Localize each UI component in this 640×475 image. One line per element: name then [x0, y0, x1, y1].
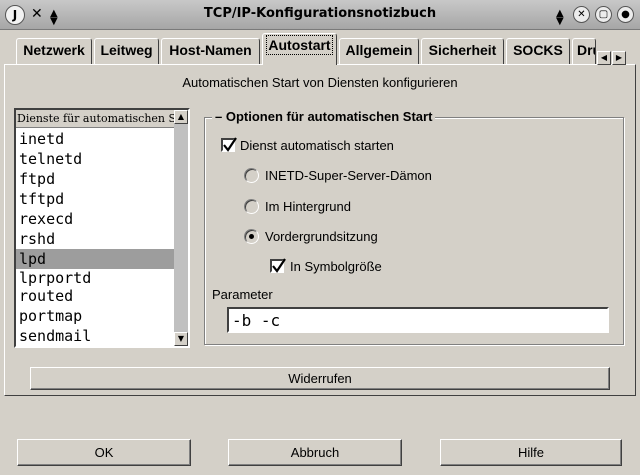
autostart-checkbox[interactable] — [221, 137, 237, 152]
cancel-button[interactable]: Abbruch — [228, 439, 402, 466]
list-item[interactable]: telnetd — [16, 149, 174, 169]
list-item[interactable]: ftpd — [16, 169, 174, 189]
tab-autostart[interactable]: Autostart — [262, 33, 337, 65]
tab-sicherheit[interactable]: Sicherheit — [421, 38, 504, 64]
checkmark-icon — [272, 258, 286, 273]
mode-background-radio[interactable] — [244, 199, 259, 214]
list-item[interactable]: routed — [16, 287, 174, 306]
list-header: Dienste für automatischen Start — [16, 110, 174, 128]
minimized-checkbox[interactable] — [270, 258, 286, 273]
tab-netzwerk[interactable]: Netzwerk — [16, 38, 92, 64]
options-group-title: – Optionen für automatischen Start — [212, 109, 436, 124]
maximize-icon[interactable]: ▢ — [595, 6, 612, 23]
mode-inetd-label: INETD-Super-Server-Dämon — [265, 168, 432, 183]
notebook-tabs: Netzwerk Leitweg Host-Namen Autostart Al… — [0, 30, 640, 65]
list-item-selected[interactable]: lpd — [16, 249, 174, 269]
list-item[interactable]: rexecd — [16, 209, 174, 229]
scroll-down-icon[interactable]: ▼ — [174, 332, 188, 346]
list-item[interactable]: lprportd — [16, 269, 174, 287]
mode-foreground-radio[interactable] — [244, 229, 259, 244]
mode-foreground-label: Vordergrundsitzung — [265, 229, 378, 244]
list-item[interactable]: portmap — [16, 306, 174, 326]
mode-background-label: Im Hintergrund — [265, 199, 351, 214]
services-list: inetd telnetd ftpd tftpd rexecd rshd lpd… — [16, 129, 174, 346]
tab-allgemein[interactable]: Allgemein — [339, 38, 419, 64]
autostart-label: Dienst automatisch starten — [240, 138, 394, 153]
list-item[interactable]: sendmail — [16, 326, 174, 346]
mode-inetd-radio[interactable] — [244, 168, 259, 183]
window-menu-down-icon[interactable]: ▼ — [556, 13, 564, 31]
scroll-up-icon[interactable]: ▲ — [174, 110, 188, 124]
list-scrollbar[interactable]: ▲ ▼ — [174, 110, 188, 346]
close-icon[interactable]: ✕ — [573, 6, 590, 23]
list-item[interactable]: rshd — [16, 229, 174, 249]
undo-button[interactable]: Widerrufen — [30, 367, 610, 390]
minimized-label: In Symbolgröße — [290, 259, 382, 274]
tab-scroll-right-icon[interactable]: ▶ — [612, 51, 626, 65]
page-heading: Automatischen Start von Diensten konfigu… — [182, 75, 458, 90]
tab-scroll-left-icon[interactable]: ◀ — [597, 51, 611, 65]
ok-button[interactable]: OK — [17, 439, 191, 466]
services-listbox[interactable]: Dienste für automatischen Start inetd te… — [14, 108, 190, 348]
window-title: TCP/IP-Konfigurationsnotizbuch — [203, 6, 437, 21]
parameter-input[interactable] — [227, 307, 609, 333]
tab-leitweg[interactable]: Leitweg — [94, 38, 159, 64]
parameter-label: Parameter — [212, 287, 273, 302]
list-item[interactable]: tftpd — [16, 189, 174, 209]
minimize-icon[interactable]: ● — [617, 6, 634, 23]
tab-host-namen[interactable]: Host-Namen — [161, 38, 260, 64]
tab-drucken[interactable]: Dru — [572, 38, 596, 64]
help-button[interactable]: Hilfe — [440, 439, 622, 466]
tab-socks[interactable]: SOCKS — [506, 38, 570, 64]
checkmark-icon — [223, 137, 237, 152]
list-item[interactable]: inetd — [16, 129, 174, 149]
title-bar: J ✕ ▲ ▼ TCP/IP-Konfigurationsnotizbuch ▲… — [0, 0, 640, 30]
